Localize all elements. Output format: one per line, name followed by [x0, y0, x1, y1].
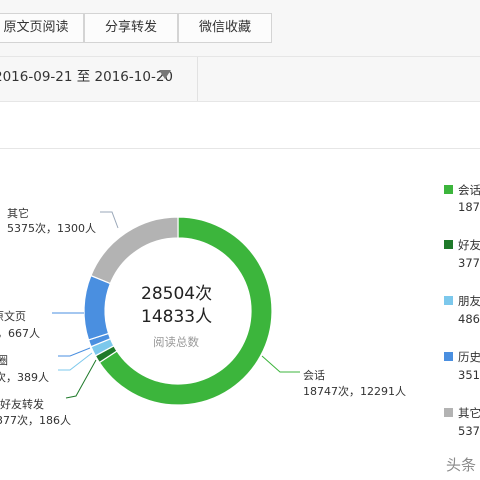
- legend-swatch-history: [444, 352, 453, 361]
- slice-label-moments-value: 次，389人: [0, 371, 49, 384]
- legend-name-moments[interactable]: 朋友: [458, 293, 480, 309]
- legend-name-session[interactable]: 会话: [458, 182, 480, 198]
- slice-label-original-name: 原文页: [0, 310, 26, 323]
- donut-slice-5[interactable]: [90, 216, 179, 285]
- legend-value-session: 1874: [458, 200, 480, 214]
- leader-line-4: [65, 359, 97, 399]
- legend-swatch-moments: [444, 296, 453, 305]
- total-caption: 阅读总数: [153, 335, 199, 349]
- slice-label-session-name: 会话: [303, 369, 325, 382]
- legend-swatch-other: [444, 408, 453, 417]
- slice-label-session-value: 18747次，12291人: [303, 385, 406, 398]
- legend-name-other[interactable]: 其它: [458, 405, 480, 421]
- total-users: 14833人: [141, 307, 213, 327]
- legend-value-moments: 486: [458, 312, 480, 326]
- slice-label-friend-forward-name: 好友转发: [0, 398, 44, 411]
- leader-line-2: [58, 347, 91, 357]
- legend-value-history: 351: [458, 368, 480, 382]
- slice-label-other-name: 其它: [7, 207, 29, 220]
- legend-value-friend-forward: 377: [458, 256, 480, 270]
- slice-label-friend-forward-value: 377次，186人: [0, 414, 71, 427]
- watermark: 头条: [446, 456, 477, 474]
- legend-name-history[interactable]: 历史: [458, 349, 480, 365]
- legend-swatch-session: [444, 185, 453, 194]
- total-reads: 28504次: [141, 284, 213, 304]
- source-donut-chart: [52, 211, 300, 406]
- donut-slice-4[interactable]: [83, 274, 112, 341]
- legend-swatch-friend-forward: [444, 240, 453, 249]
- legend-name-friend-forward[interactable]: 好友: [458, 237, 480, 253]
- slice-label-other-value: 5375次，1300人: [7, 222, 96, 235]
- slice-label-original-value: ，667人: [0, 327, 40, 340]
- leader-line-0: [100, 211, 119, 229]
- legend-value-other: 537: [458, 424, 480, 438]
- slice-label-moments-name: 圈: [0, 354, 8, 367]
- leader-line-5: [261, 355, 300, 373]
